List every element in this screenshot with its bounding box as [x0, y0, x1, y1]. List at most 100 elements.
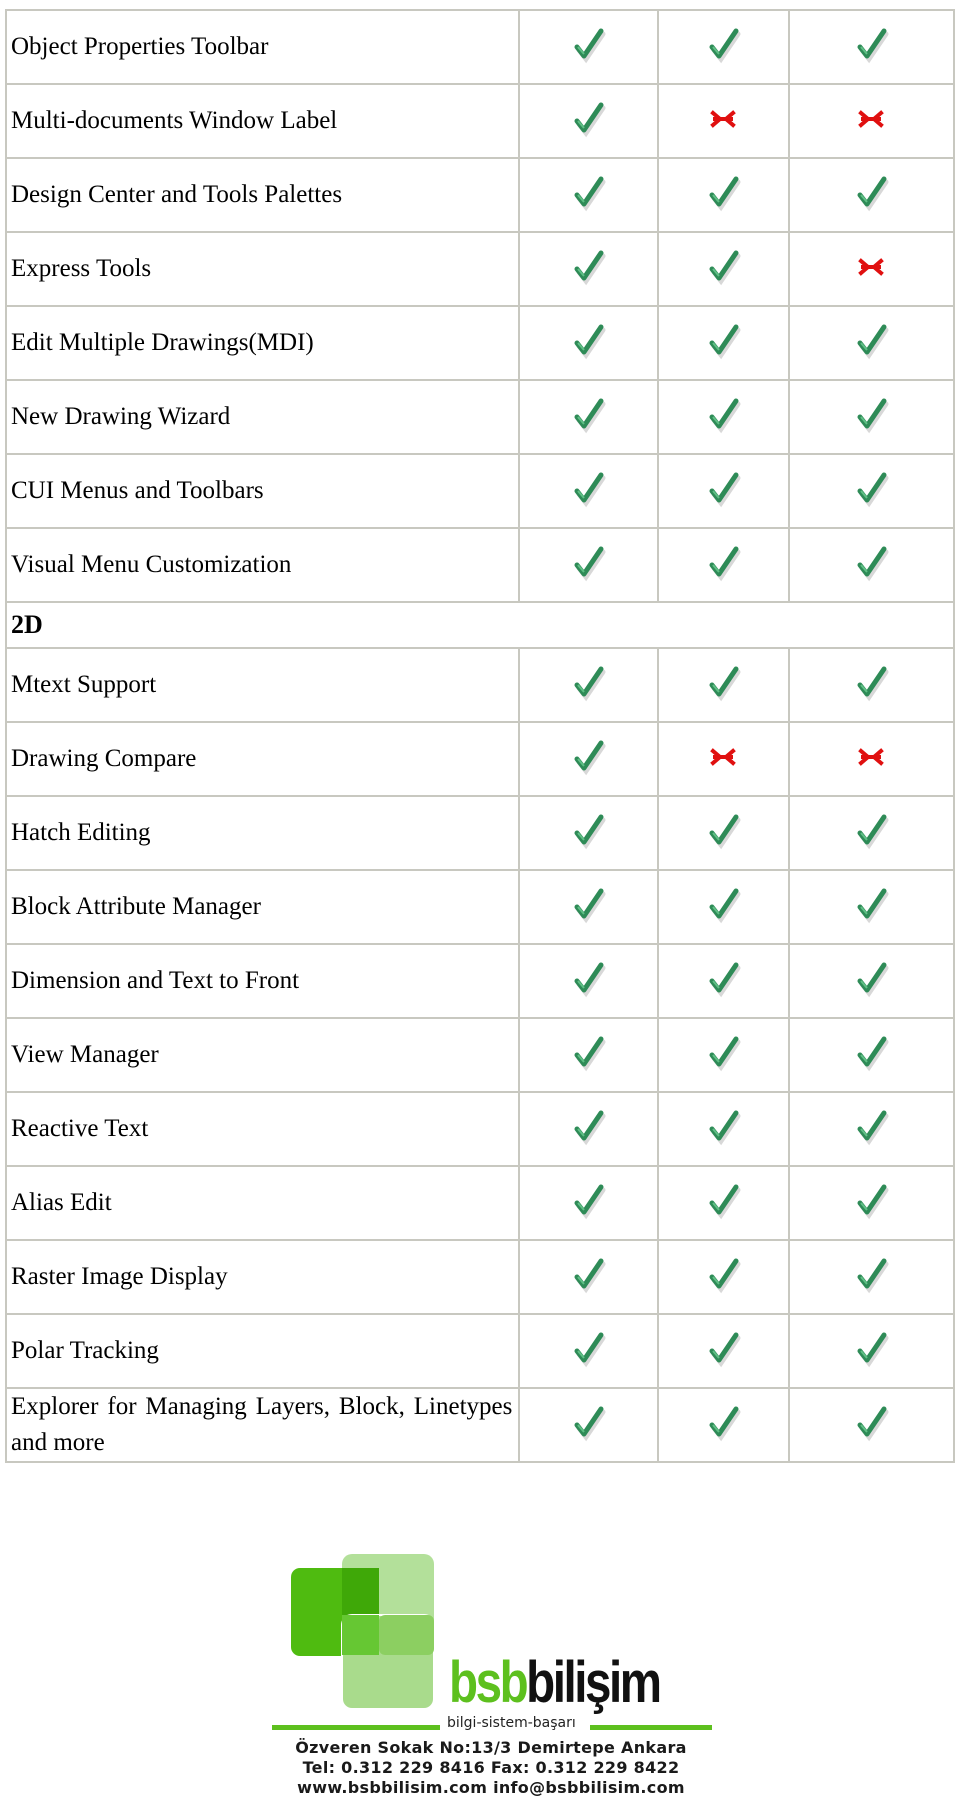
check-icon [851, 395, 891, 435]
support-cell [656, 83, 790, 159]
cross-icon [703, 737, 743, 777]
feature-name: Visual Menu Customization [4, 527, 521, 603]
tagline: bilgi-sistem-başarı [447, 1715, 576, 1731]
support-cell [518, 1387, 659, 1463]
support-cell [656, 1165, 790, 1241]
support-cell [518, 231, 659, 307]
check-icon [568, 25, 608, 65]
check-icon [703, 173, 743, 213]
phone-fax: Tel: 0.312 229 8416 Fax: 0.312 229 8422 [302, 1758, 680, 1777]
support-cell [656, 1387, 790, 1463]
support-cell [787, 869, 956, 945]
support-cell [656, 795, 790, 871]
support-cell [787, 1091, 956, 1167]
support-cell [787, 9, 956, 85]
tagline-row: bilgi-sistem-başarı [272, 1715, 712, 1734]
check-icon [568, 811, 608, 851]
check-icon [568, 1329, 608, 1369]
check-icon [568, 173, 608, 213]
support-cell [518, 305, 659, 381]
check-icon [568, 1033, 608, 1073]
check-icon [568, 737, 608, 777]
support-cell [787, 527, 956, 603]
support-cell [518, 1165, 659, 1241]
support-cell [518, 527, 659, 603]
feature-name: Polar Tracking [4, 1313, 521, 1389]
support-cell [787, 379, 956, 455]
check-icon [568, 543, 608, 583]
feature-name: Alias Edit [4, 1165, 521, 1241]
check-icon [851, 811, 891, 851]
support-cell [787, 795, 956, 871]
table-row: Alias Edit [4, 1165, 956, 1241]
support-cell [787, 157, 956, 233]
cross-icon [851, 737, 891, 777]
check-icon [851, 321, 891, 361]
support-cell [518, 1313, 659, 1389]
support-cell [787, 1313, 956, 1389]
support-cell [787, 1239, 956, 1315]
check-icon [851, 1255, 891, 1295]
table-row: Dimension and Text to Front [4, 943, 956, 1019]
check-icon [703, 663, 743, 703]
check-icon [703, 1255, 743, 1295]
support-cell [656, 1239, 790, 1315]
feature-name: Object Properties Toolbar [4, 9, 521, 85]
check-icon [851, 1033, 891, 1073]
check-icon [568, 1181, 608, 1221]
support-cell [656, 453, 790, 529]
table-row: Visual Menu Customization [4, 527, 956, 603]
support-cell [518, 1239, 659, 1315]
check-icon [703, 811, 743, 851]
check-icon [703, 1403, 743, 1443]
support-cell [787, 453, 956, 529]
check-icon [851, 1107, 891, 1147]
divider [590, 1725, 712, 1730]
check-icon [703, 321, 743, 361]
check-icon [703, 1033, 743, 1073]
check-icon [568, 663, 608, 703]
support-cell [518, 1017, 659, 1093]
feature-name: Drawing Compare [4, 721, 521, 797]
feature-name: Express Tools [4, 231, 521, 307]
support-cell [787, 83, 956, 159]
table-row: Express Tools [4, 231, 956, 307]
table-row: CUI Menus and Toolbars [4, 453, 956, 529]
company-footer: bsbbilişim bilgi-sistem-başarı Özveren S… [266, 1552, 716, 1799]
table-row: Raster Image Display [4, 1239, 956, 1315]
check-icon [703, 1329, 743, 1369]
table-row: Reactive Text [4, 1091, 956, 1167]
check-icon [703, 543, 743, 583]
check-icon [568, 1107, 608, 1147]
check-icon [568, 321, 608, 361]
support-cell [656, 1313, 790, 1389]
support-cell [787, 1017, 956, 1093]
check-icon [851, 173, 891, 213]
support-cell [656, 943, 790, 1019]
support-cell [787, 943, 956, 1019]
support-cell [787, 1387, 956, 1463]
feature-name: Multi-documents Window Label [4, 83, 521, 159]
check-icon [703, 959, 743, 999]
feature-name: Raster Image Display [4, 1239, 521, 1315]
support-cell [518, 943, 659, 1019]
table-row: Edit Multiple Drawings(MDI) [4, 305, 956, 381]
support-cell [787, 647, 956, 723]
support-cell [787, 1165, 956, 1241]
feature-name: New Drawing Wizard [4, 379, 521, 455]
feature-comparison-table: Object Properties Toolbar Multi-documents… [4, 9, 956, 1463]
cross-icon [851, 247, 891, 287]
table-row: Mtext Support [4, 647, 956, 723]
check-icon [568, 959, 608, 999]
check-icon [703, 25, 743, 65]
check-icon [703, 1181, 743, 1221]
check-icon [703, 395, 743, 435]
section-header-row: 2D [5, 601, 955, 649]
support-cell [518, 157, 659, 233]
check-icon [703, 885, 743, 925]
check-icon [851, 543, 891, 583]
web-email: www.bsbbilisim.com info@bsbbilisim.com [297, 1778, 685, 1797]
check-icon [851, 469, 891, 509]
support-cell [656, 721, 790, 797]
check-icon [851, 959, 891, 999]
